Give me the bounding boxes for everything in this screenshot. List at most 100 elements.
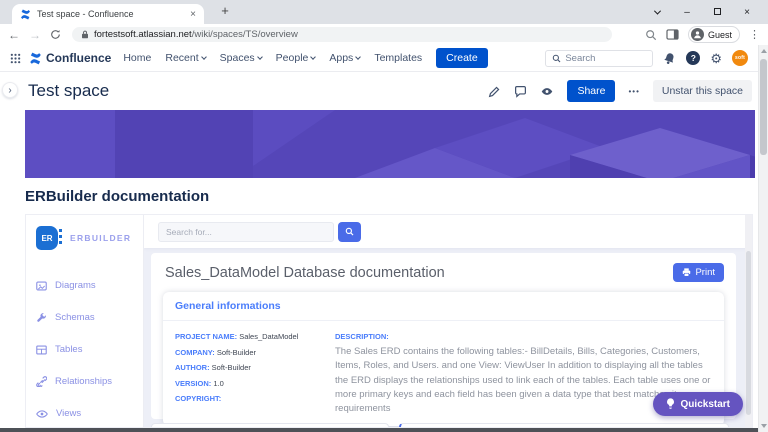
sidebar-item-label: Diagrams xyxy=(55,280,96,291)
profile-button[interactable]: Guest xyxy=(688,26,740,43)
erbuilder-search-button[interactable] xyxy=(338,222,361,242)
field-value: Soft-Builder xyxy=(217,348,256,357)
unstar-space-button[interactable]: Unstar this space xyxy=(653,80,752,102)
field-author: AUTHOR: Soft-Builder xyxy=(175,363,321,372)
sidebar-item-label: Tables xyxy=(55,344,82,355)
side-panel-icon[interactable] xyxy=(666,29,679,40)
sidebar-item-label: Relationships xyxy=(55,376,112,387)
description-label: DESCRIPTION: xyxy=(335,332,712,341)
nav-item-label: Recent xyxy=(165,52,198,64)
more-actions-icon[interactable]: ••• xyxy=(628,87,639,96)
browser-tab[interactable]: Test space - Confluence × xyxy=(12,4,204,24)
sidebar-item-tables[interactable]: Tables xyxy=(36,344,133,355)
sidebar-item-diagrams[interactable]: Diagrams xyxy=(36,280,133,291)
address-bar: ← → fortestsoft.atlassian.net/wiki/space… xyxy=(0,24,768,45)
document-title: Sales_DataModel Database documentation xyxy=(165,265,445,281)
space-banner-image xyxy=(25,110,755,178)
window-close-button[interactable]: × xyxy=(732,7,762,18)
nav-item-templates[interactable]: Templates xyxy=(374,52,422,64)
zoom-icon[interactable] xyxy=(645,29,657,41)
field-label: VERSION: xyxy=(175,379,211,388)
comment-icon[interactable] xyxy=(514,85,527,98)
panel-title: General informations xyxy=(163,292,724,321)
tab-title: Test space - Confluence xyxy=(37,9,184,19)
edit-pencil-icon[interactable] xyxy=(488,85,501,98)
forward-button[interactable]: → xyxy=(29,28,41,42)
frame-scrollbar-thumb[interactable] xyxy=(746,251,751,415)
settings-gear-icon[interactable]: ⚙ xyxy=(710,52,722,65)
url-path: /wiki/spaces/TS/overview xyxy=(192,29,298,40)
app-switcher-icon[interactable] xyxy=(10,53,21,64)
url-field[interactable]: fortestsoft.atlassian.net/wiki/spaces/TS… xyxy=(72,27,612,42)
frame-scrollbar[interactable] xyxy=(745,215,752,427)
confluence-top-nav: Confluence Home Recent Spaces People App… xyxy=(0,45,758,72)
field-label: COPYRIGHT: xyxy=(175,394,221,403)
nav-item-home[interactable]: Home xyxy=(123,52,151,64)
erbuilder-logo[interactable]: ER ERBUILDER xyxy=(36,226,133,250)
nav-item-label: Templates xyxy=(374,52,422,64)
field-label: PROJECT NAME: xyxy=(175,332,237,341)
nav-item-label: Spaces xyxy=(220,52,255,64)
partial-card xyxy=(399,423,729,427)
confluence-logo-text: Confluence xyxy=(46,51,111,65)
confluence-logo[interactable]: Confluence xyxy=(29,51,111,65)
share-button[interactable]: Share xyxy=(567,80,615,102)
nav-item-label: Apps xyxy=(329,52,353,64)
general-informations-panel: General informations PROJECT NAME: Sales… xyxy=(163,292,724,426)
help-icon[interactable]: ? xyxy=(686,51,700,65)
chevron-down-icon xyxy=(355,54,361,60)
sidebar-item-relationships[interactable]: Relationships xyxy=(36,376,133,387)
minimize-button[interactable]: – xyxy=(672,7,702,18)
print-button-label: Print xyxy=(695,267,715,278)
nav-item-spaces[interactable]: Spaces xyxy=(220,52,262,64)
field-version: VERSION: 1.0 xyxy=(175,379,321,388)
back-button[interactable]: ← xyxy=(8,28,20,42)
erbuilder-logo-badge: ER xyxy=(36,226,58,250)
sidebar-item-label: Schemas xyxy=(55,312,95,323)
link-icon xyxy=(36,376,47,387)
chevron-down-icon xyxy=(257,54,263,60)
page-title: ERBuilder documentation xyxy=(25,188,209,205)
chevron-down-icon xyxy=(311,54,317,60)
nav-item-label: People xyxy=(276,52,309,64)
erbuilder-main: Sales_DataModel Database documentation P… xyxy=(144,215,752,427)
nav-item-apps[interactable]: Apps xyxy=(329,52,360,64)
create-button[interactable]: Create xyxy=(436,48,488,68)
nav-item-recent[interactable]: Recent xyxy=(165,52,205,64)
watch-eye-icon[interactable] xyxy=(540,85,554,98)
user-avatar[interactable]: soft xyxy=(732,50,748,66)
documentation-card: Sales_DataModel Database documentation P… xyxy=(151,253,736,419)
tab-close-icon[interactable]: × xyxy=(190,9,196,20)
scrollbar-down-icon[interactable] xyxy=(759,421,768,431)
chevron-down-icon xyxy=(201,54,207,60)
scrollbar-thumb[interactable] xyxy=(760,59,767,155)
notifications-bell-icon[interactable] xyxy=(663,52,676,65)
space-header: › Test space Share ••• Unstar this space xyxy=(0,72,758,110)
erbuilder-search-input[interactable] xyxy=(158,222,334,242)
print-button[interactable]: Print xyxy=(673,263,724,282)
confluence-search-box[interactable] xyxy=(545,50,653,67)
search-icon xyxy=(552,54,561,63)
nav-item-people[interactable]: People xyxy=(276,52,316,64)
erbuilder-search-bar xyxy=(144,215,752,248)
space-title: Test space xyxy=(28,81,109,101)
browser-menu-icon[interactable]: ⋮ xyxy=(749,28,760,41)
eye-icon xyxy=(36,409,48,419)
table-icon xyxy=(36,345,47,355)
tab-search-icon[interactable] xyxy=(642,7,672,18)
new-tab-button[interactable]: + xyxy=(216,3,234,18)
sidebar-item-views[interactable]: Views xyxy=(36,408,133,419)
maximize-button[interactable] xyxy=(702,7,732,18)
lightbulb-icon xyxy=(666,398,675,410)
reload-button[interactable] xyxy=(50,29,61,40)
sidebar-item-label: Views xyxy=(56,408,81,419)
printer-icon xyxy=(682,268,691,277)
page-scrollbar[interactable] xyxy=(758,45,768,432)
quickstart-button[interactable]: Quickstart xyxy=(653,392,743,416)
window-controls: – × xyxy=(642,0,762,24)
field-value: 1.0 xyxy=(213,379,223,388)
confluence-search-input[interactable] xyxy=(565,53,645,64)
sidebar-expand-button[interactable]: › xyxy=(2,82,18,98)
scrollbar-up-icon[interactable] xyxy=(759,46,768,56)
sidebar-item-schemas[interactable]: Schemas xyxy=(36,312,133,323)
